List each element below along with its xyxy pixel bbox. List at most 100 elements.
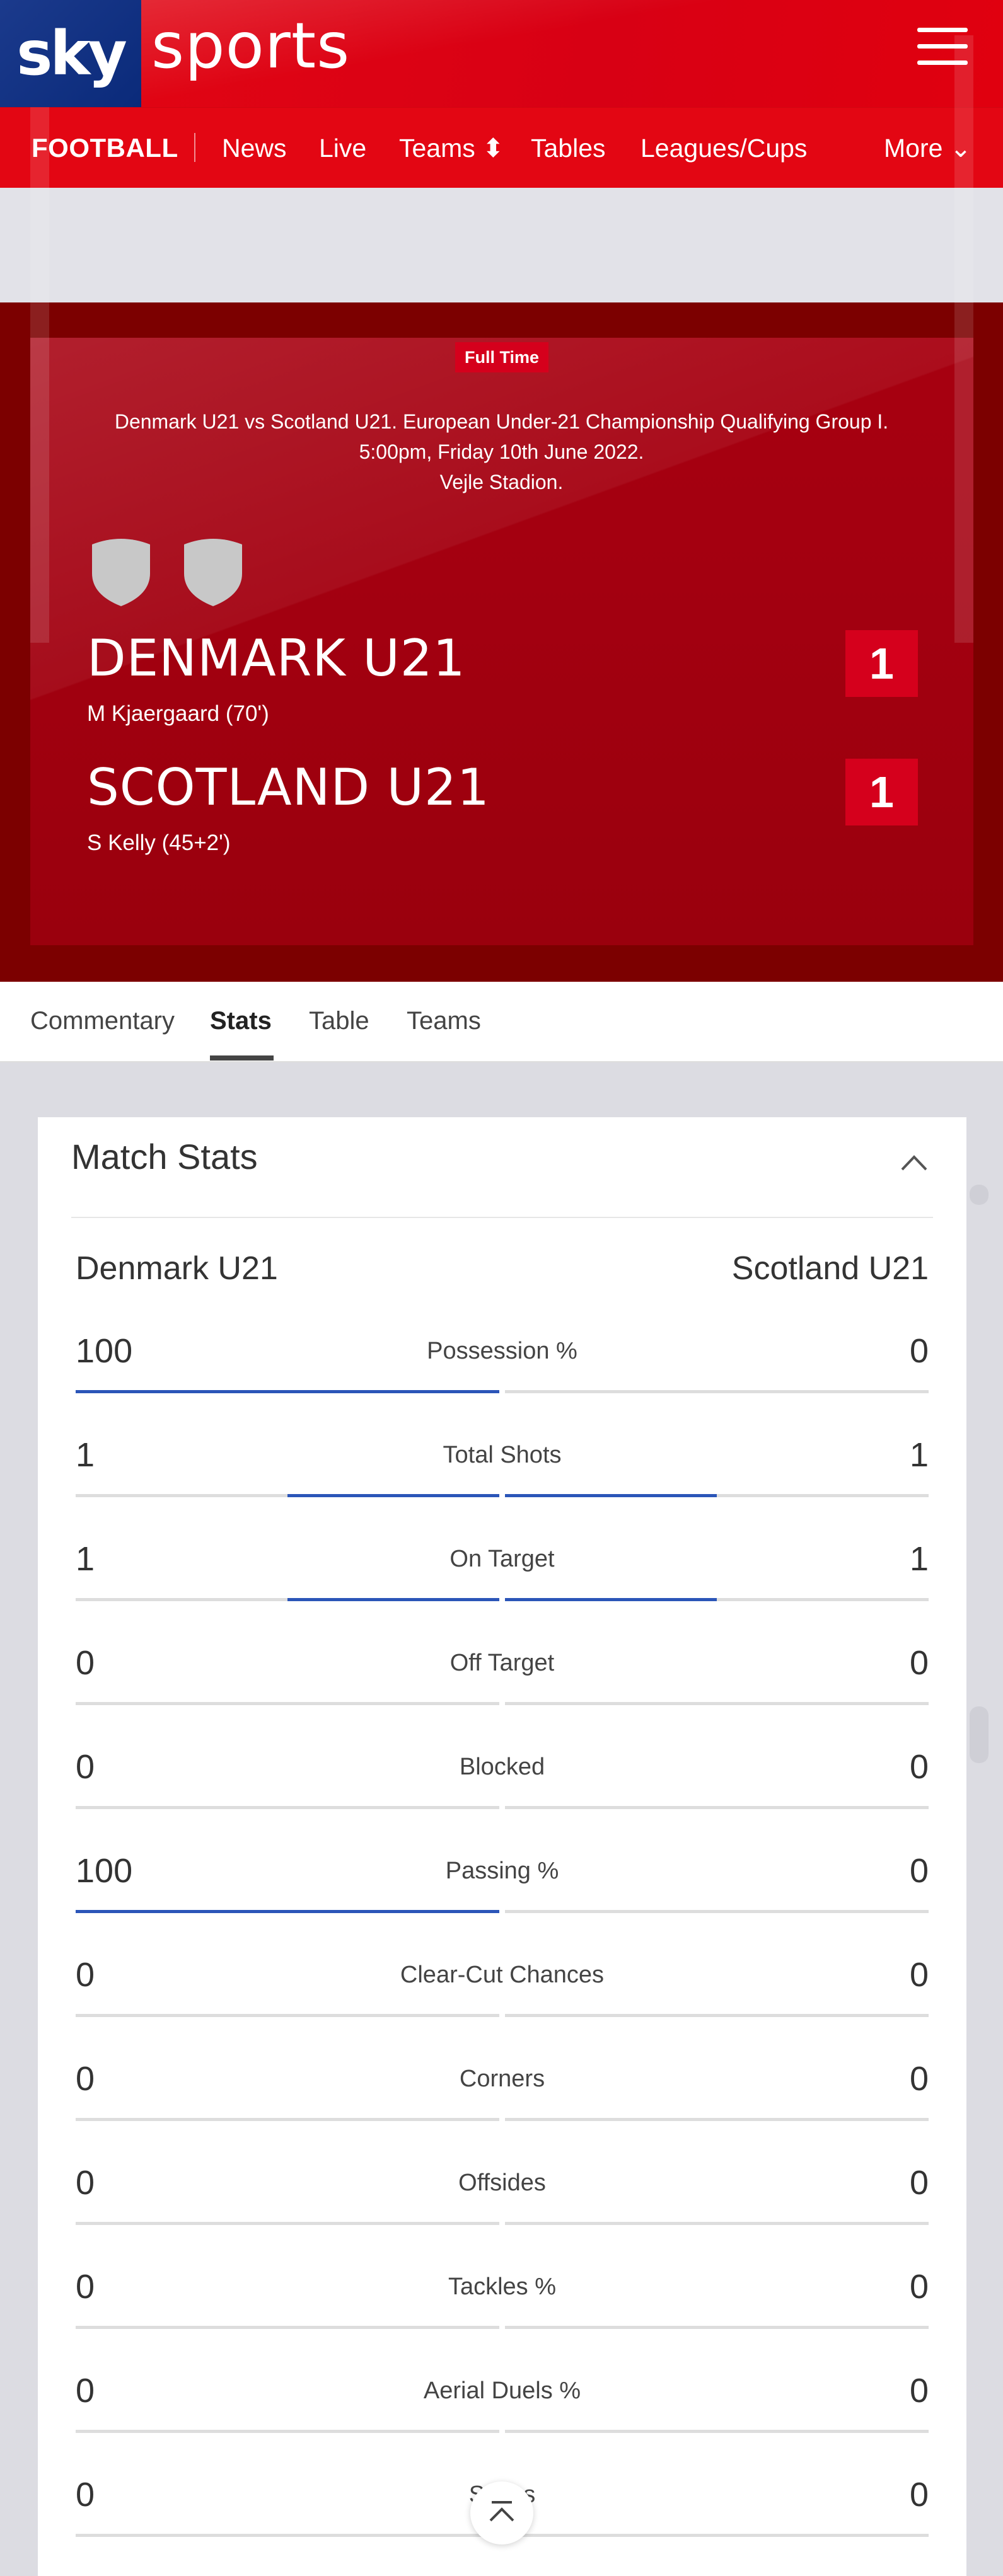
home-bar-fill: [76, 1390, 499, 1393]
home-bar-track: [76, 2430, 499, 2433]
tab-commentary[interactable]: Commentary: [30, 982, 175, 1062]
away-bar-track: [505, 2014, 929, 2017]
home-bar-track: [76, 2326, 499, 2329]
away-bar-track: [505, 1494, 929, 1497]
section-nav: FOOTBALL News Live Teams ⬍ Tables League…: [0, 107, 1003, 188]
stat-label: Blocked: [459, 1754, 545, 1780]
stat-row: 0 Clear-Cut Chances 0: [76, 1955, 929, 2059]
home-bar-track: [76, 2534, 499, 2537]
stat-away-value: 0: [909, 1748, 929, 1786]
nav-teams[interactable]: Teams ⬍: [399, 108, 504, 188]
match-tabs: Commentary Stats Table Teams: [0, 982, 1003, 1062]
stat-away-value: 1: [909, 1540, 929, 1578]
nav-football[interactable]: FOOTBALL: [32, 108, 178, 188]
stat-label: Aerial Duels %: [423, 2378, 581, 2404]
scroll-indicator-top[interactable]: [970, 1185, 989, 1205]
stat-label: Clear-Cut Chances: [400, 1962, 605, 1988]
stat-row: 100 Passing % 0: [76, 1851, 929, 1955]
match-info: Denmark U21 vs Scotland U21. European Un…: [63, 406, 940, 497]
stat-row: 0 Blocked 0: [76, 1747, 929, 1851]
home-scorers: M Kjaergaard (70'): [87, 701, 269, 726]
home-bar-track: [76, 1494, 499, 1497]
stat-row: 0 Tackles % 0: [76, 2267, 929, 2371]
stat-away-value: 0: [909, 1852, 929, 1890]
away-score: 1: [845, 759, 918, 825]
stat-row: 0 Off Target 0: [76, 1643, 929, 1747]
stat-away-value: 0: [909, 2372, 929, 2410]
away-bar-track: [505, 1390, 929, 1393]
stat-away-value: 0: [909, 1332, 929, 1370]
active-tab-indicator: [210, 1055, 274, 1061]
stat-row: 1 On Target 1: [76, 1539, 929, 1643]
back-to-top-button[interactable]: [470, 2481, 533, 2544]
stat-label: Tackles %: [448, 2274, 557, 2300]
away-bar-track: [505, 2534, 929, 2537]
match-status-badge: Full Time: [455, 342, 548, 372]
away-bar-track: [505, 1806, 929, 1809]
stat-label: Corners: [459, 2066, 545, 2092]
nav-divider: [194, 133, 195, 162]
ad-placeholder: [0, 188, 1003, 302]
home-bar-track: [76, 2222, 499, 2225]
stat-away-value: 0: [909, 2060, 929, 2098]
home-bar-track: [76, 1598, 499, 1601]
stat-row: 0 Aerial Duels % 0: [76, 2371, 929, 2475]
site-header: sky sports: [0, 0, 1003, 107]
stat-row: 100 Possession % 0: [76, 1331, 929, 1435]
tab-table[interactable]: Table: [309, 982, 369, 1062]
sports-logo-text[interactable]: sports: [151, 9, 350, 83]
home-bar-track: [76, 2118, 499, 2121]
stat-label: Passing %: [445, 1858, 559, 1884]
stat-away-value: 0: [909, 1956, 929, 1994]
home-bar-track: [76, 1910, 499, 1913]
home-bar-track: [76, 1702, 499, 1705]
back-to-top-icon: [489, 2501, 514, 2522]
away-bar-track: [505, 1702, 929, 1705]
nav-live[interactable]: Live: [319, 108, 366, 188]
away-bar-track: [505, 2222, 929, 2225]
home-bar-track: [76, 1390, 499, 1393]
away-bar-track: [505, 1598, 929, 1601]
match-venue: Vejle Stadion.: [439, 471, 564, 493]
nav-tables[interactable]: Tables: [531, 108, 606, 188]
chevron-up-icon[interactable]: [900, 1154, 928, 1171]
tab-stats[interactable]: Stats: [210, 982, 272, 1062]
home-bar-fill: [287, 1598, 499, 1601]
match-competition: Denmark U21 vs Scotland U21. European Un…: [114, 410, 889, 433]
home-score: 1: [845, 630, 918, 697]
nav-news[interactable]: News: [222, 108, 287, 188]
away-bar-fill: [505, 1598, 717, 1601]
away-team-label: Scotland U21: [731, 1250, 929, 1287]
away-scorers: S Kelly (45+2'): [87, 831, 231, 855]
hero-edge-right: [954, 35, 973, 643]
away-bar-track: [505, 2118, 929, 2121]
nav-leagues-cups[interactable]: Leagues/Cups: [641, 108, 807, 188]
stat-label: Offsides: [458, 2170, 546, 2196]
sky-logo-text: sky: [16, 18, 127, 89]
stat-away-value: 0: [909, 2268, 929, 2306]
stat-away-value: 0: [909, 1644, 929, 1682]
divider: [71, 1217, 933, 1218]
match-stats-card: Match Stats Denmark U21 Scotland U21 1 0 0…: [38, 1117, 966, 2576]
tab-teams[interactable]: Teams: [407, 982, 481, 1062]
match-datetime: 5:00pm, Friday 10th June 2022.: [359, 440, 644, 463]
home-team-name[interactable]: DENMARK U21: [87, 629, 466, 687]
stat-row: 0 Corners 0: [76, 2059, 929, 2163]
scrollbar-thumb[interactable]: [970, 1706, 989, 1763]
match-stats-title: Match Stats: [71, 1137, 258, 1176]
hero-edge-left: [30, 35, 49, 643]
sky-logo[interactable]: sky: [0, 0, 141, 107]
away-bar-track: [505, 2430, 929, 2433]
stat-away-value: 0: [909, 2164, 929, 2202]
stat-away-value: 0: [909, 2476, 929, 2514]
home-crest-icon: [92, 539, 150, 606]
menu-icon[interactable]: [917, 28, 968, 66]
away-bar-fill: [505, 1494, 717, 1497]
away-bar-track: [505, 1910, 929, 1913]
away-crest-icon: [184, 539, 242, 606]
away-team-name[interactable]: SCOTLAND U21: [87, 758, 490, 817]
stat-label: Total Shots: [443, 1442, 562, 1468]
home-bar-fill: [287, 1494, 499, 1497]
stat-row: 0 Offsides 0: [76, 2163, 929, 2267]
stat-label: Off Target: [449, 1650, 555, 1676]
